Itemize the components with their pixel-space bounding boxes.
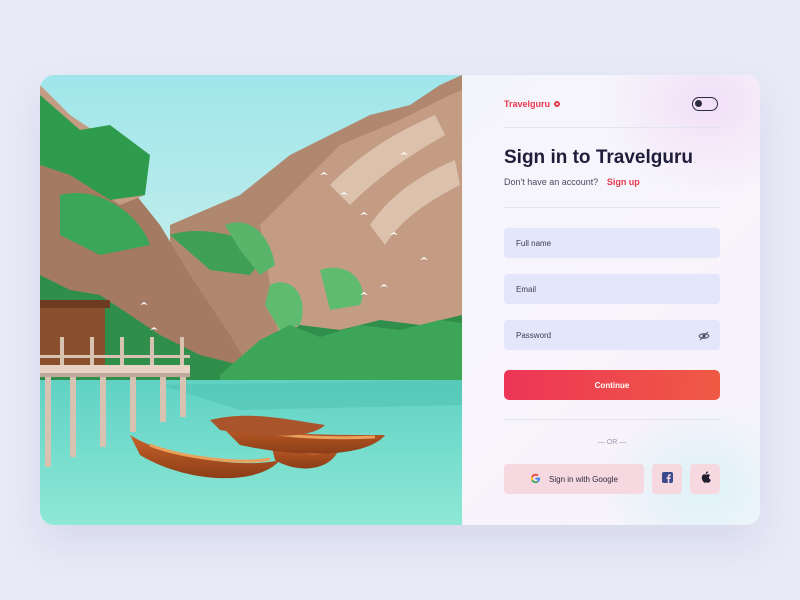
or-separator: — OR — (597, 439, 627, 446)
toggle-knob (695, 100, 702, 107)
header-divider (504, 127, 720, 128)
facebook-icon (661, 470, 673, 488)
full-name-field[interactable] (504, 228, 720, 258)
page-title: Sign in to Travelguru (504, 147, 693, 168)
email-field[interactable] (504, 274, 720, 304)
google-sign-in-label: Sign in with Google (549, 474, 618, 484)
sign-in-panel: Travelguru Sign in to Travelguru Don't h… (462, 75, 760, 525)
form-divider (504, 419, 720, 420)
signup-prompt-text: Don't have an account? (504, 177, 599, 187)
email-input[interactable] (514, 283, 710, 295)
facebook-sign-in-button[interactable] (652, 464, 682, 494)
eye-off-icon[interactable] (698, 329, 710, 341)
full-name-input[interactable] (514, 237, 710, 249)
brand-name: Travelguru (504, 99, 551, 109)
apple-icon (700, 470, 711, 488)
google-sign-in-button[interactable]: Sign in with Google (504, 464, 644, 494)
password-field[interactable] (504, 320, 720, 350)
signup-prompt: Don't have an account? Sign up (504, 177, 640, 187)
brand-logo[interactable]: Travelguru (504, 99, 561, 109)
theme-toggle[interactable] (692, 97, 718, 111)
google-icon (530, 473, 541, 486)
lake-illustration (40, 75, 462, 525)
or-text: OR (606, 439, 618, 446)
brand-dot-icon (554, 101, 561, 107)
title-divider (504, 207, 720, 208)
sign-in-card: Travelguru Sign in to Travelguru Don't h… (40, 75, 760, 525)
password-input[interactable] (514, 329, 698, 341)
apple-sign-in-button[interactable] (690, 464, 720, 494)
signup-link[interactable]: Sign up (607, 177, 640, 187)
continue-button[interactable]: Continue (504, 370, 720, 400)
